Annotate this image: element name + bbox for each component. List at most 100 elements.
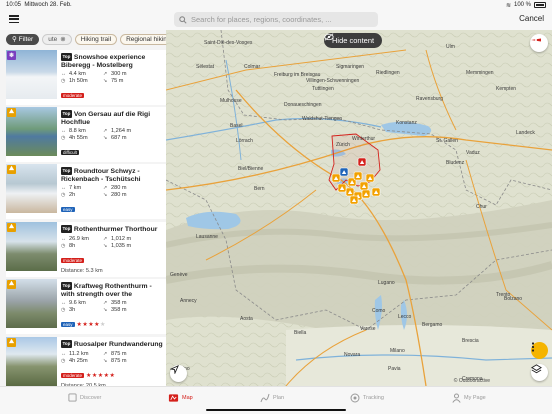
route-plan-icon: [260, 393, 270, 403]
status-time-date: 10:05 Mittwoch 28. Feb.: [6, 2, 72, 8]
svg-text:⛰: ⛰: [340, 186, 345, 192]
map-place-label: Konstanz: [396, 120, 417, 126]
map-view[interactable]: Saint-Dié-des-Vosges Sélestat Colmar Freibu…: [166, 30, 552, 386]
filter-button[interactable]: ⚲ Filter: [6, 33, 40, 45]
tab-tracking[interactable]: Tracking: [350, 393, 384, 403]
user-icon: [452, 393, 461, 403]
locate-me-button[interactable]: [170, 365, 187, 382]
cancel-button[interactable]: Cancel: [519, 14, 544, 23]
search-bar[interactable]: [174, 12, 378, 27]
top-tag: Top: [61, 282, 72, 290]
hide-content-button[interactable]: Hide content: [324, 33, 383, 48]
chip-hiking-trail[interactable]: Hiking trail: [74, 33, 118, 45]
route-filter-chip[interactable]: ute ⊗: [42, 33, 72, 45]
tour-thumbnail: ❄Erlebnisregion Mythen: [6, 50, 57, 99]
tab-my-page[interactable]: My Page: [452, 393, 486, 403]
stat-ascent-value: 875 m: [111, 350, 127, 357]
stat-ascent: ↗ 300 m: [103, 71, 143, 77]
tour-title-text: Rothenthurmer Thorthour: [73, 226, 158, 233]
tour-marker[interactable]: ⛰: [357, 157, 367, 167]
tour-marker[interactable]: ⛰: [339, 167, 349, 177]
stat-descent-value: 358 m: [111, 307, 127, 314]
tour-title-text: Ruosalper Rundwanderung: [73, 341, 163, 348]
tour-marker[interactable]: ⛰: [349, 195, 359, 205]
map-place-label: Bludenz: [446, 160, 465, 166]
descent-icon: ↘: [103, 242, 108, 249]
tour-thumbnail: ⛰Schwyzer Wanderwege: [6, 107, 57, 156]
tour-marker[interactable]: ⛰: [353, 171, 363, 181]
close-icon[interactable]: ⊗: [60, 35, 65, 43]
difficulty-row: easy: [61, 198, 164, 216]
compass-icon[interactable]: [530, 34, 548, 52]
layers-button[interactable]: [531, 364, 548, 381]
map-place-label: Ulm: [446, 44, 455, 50]
route-chip-label: ute: [48, 35, 58, 43]
map-place-label: Como: [372, 308, 386, 314]
tour-thumbnail: ⛰Schwyz Tourismus: [6, 337, 57, 386]
tour-card[interactable]: ⛰Schwyz Tourismus TopRuosalper Rundwander…: [6, 337, 166, 386]
tour-title-text: Roundtour Schwyz - Rickenbach - Tschütsc…: [61, 168, 141, 183]
tour-stats: ↔ 4.4 km ↗ 300 m ◷ 1h 50m ↘ 75 m: [61, 71, 164, 84]
map-place-label: Saint-Dié-des-Vosges: [204, 40, 253, 46]
menu-icon[interactable]: [9, 14, 19, 24]
search-icon: [179, 15, 187, 24]
tab-plan[interactable]: Plan: [260, 393, 284, 403]
tour-marker[interactable]: ⛰: [365, 173, 375, 183]
tour-card[interactable]: ⛰Erlebnisregion Mythen TopKraftweg Rothen…: [6, 279, 166, 334]
tour-card[interactable]: ⛰Schwyzer WanderwegeTopRoundtour Schwyz …: [6, 164, 166, 219]
svg-text:⛰: ⛰: [352, 198, 357, 204]
stat-ascent: ↗ 875 m: [103, 351, 143, 357]
stat-distance: ↔ 4.4 km: [61, 71, 103, 77]
tour-list[interactable]: ❄Erlebnisregion MythenTopSnowshoe experi…: [0, 48, 166, 386]
difficulty-badge: easy: [61, 207, 75, 213]
tab-tracking-label: Tracking: [363, 395, 384, 401]
difficulty-row: difficult: [61, 141, 164, 159]
map-place-label: Memmingen: [466, 70, 494, 76]
tour-info: Top Rothenthurmer Thorthour ↔ 26.9 km ↗ 1,012…: [57, 222, 164, 277]
tab-map[interactable]: Map: [168, 393, 193, 403]
map-place-label: Annecy: [180, 298, 197, 304]
ascent-icon: ↗: [103, 235, 108, 242]
map-place-label: Colmar: [244, 64, 260, 70]
tour-card[interactable]: ⛰Schwyzer Wanderwege TopRothenthurmer Tho…: [6, 222, 166, 277]
ascent-icon: ↗: [103, 185, 108, 192]
tour-card[interactable]: ⛰Schwyzer WanderwegeTopVon Gersau auf di…: [6, 107, 166, 162]
distance-icon: ↔: [61, 350, 66, 357]
filter-bar: ⚲ Filter ute ⊗ Hiking trail Regional hik…: [0, 31, 189, 47]
tour-marker[interactable]: ⛰: [361, 189, 371, 199]
map-place-label: Tuttlingen: [312, 86, 334, 92]
tour-card[interactable]: ❄Erlebnisregion MythenTopSnowshoe experi…: [6, 50, 166, 105]
map-place-label: Mulhouse: [220, 98, 242, 104]
distance-from-location: Distance: 5.3 km: [61, 267, 103, 274]
status-time: 10:05: [6, 2, 22, 8]
more-options-button[interactable]: [531, 342, 548, 359]
map-place-label: St. Gallen: [436, 138, 458, 144]
stat-descent: ↘ 875 m: [103, 358, 143, 364]
map-place-label: Lausanne: [196, 234, 218, 240]
stat-distance: ↔ 7 km: [61, 185, 103, 191]
descent-icon: ↘: [103, 78, 108, 85]
tour-type-icon: ⛰: [7, 338, 16, 347]
tour-title: Top Roundtour Schwyz - Rickenbach - Tschü…: [61, 167, 164, 183]
filter-icon: ⚲: [12, 36, 17, 43]
tour-marker[interactable]: ⛰: [331, 173, 341, 183]
stat-descent-value: 280 m: [111, 192, 127, 199]
tour-title: Top Snowshoe experience Biberegg - Mostel…: [61, 53, 164, 69]
distance-icon: ↔: [61, 71, 66, 78]
tour-marker[interactable]: ⛰: [345, 187, 355, 197]
map-icon: [168, 394, 179, 402]
stat-ascent-value: 280 m: [111, 185, 127, 192]
tour-marker[interactable]: ⛰: [371, 187, 381, 197]
tour-title-text: Kraftweg Rothenthurm - with strength ove…: [61, 283, 152, 298]
tab-discover[interactable]: Discover: [68, 393, 101, 402]
tour-marker[interactable]: ⛰: [337, 183, 347, 193]
top-tag: Top: [61, 53, 72, 61]
tour-thumbnail: ⛰Erlebnisregion Mythen: [6, 279, 57, 328]
map-canvas[interactable]: Saint-Dié-des-VosgesSélestat ColmarFreibu…: [166, 30, 552, 386]
search-input[interactable]: [191, 15, 371, 24]
tour-title: Top Rothenthurmer Thorthour: [61, 225, 164, 234]
tour-marker[interactable]: ⛰: [359, 181, 369, 191]
status-bar: 10:05 Mittwoch 28. Feb. ≋ 100 %: [0, 0, 552, 10]
difficulty-badge: easy: [61, 322, 75, 328]
clock-icon: ◷: [61, 357, 66, 364]
